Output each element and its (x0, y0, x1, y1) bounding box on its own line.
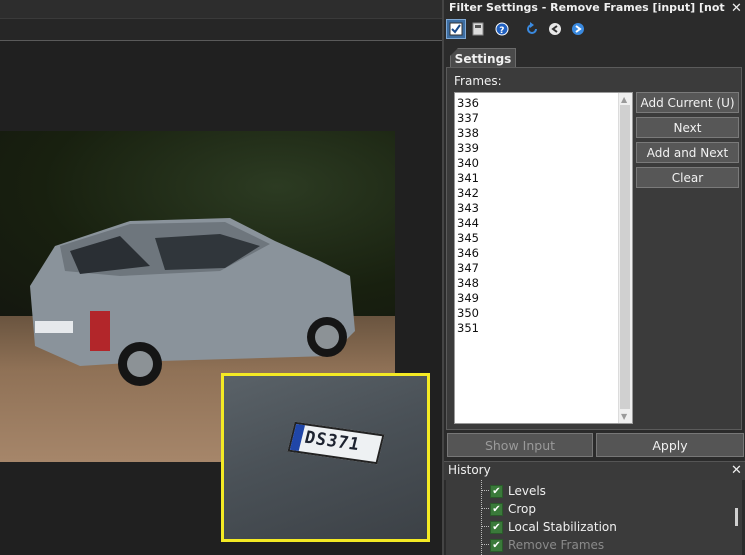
list-item[interactable]: 339 (457, 141, 479, 156)
history-item-label: Crop (508, 502, 537, 516)
tree-branch (481, 508, 489, 509)
history-item-label: Remove Frames (508, 538, 605, 552)
list-item[interactable]: 350 (457, 306, 479, 321)
video-viewer: DS371 (0, 0, 649, 555)
list-item[interactable]: 338 (457, 126, 479, 141)
history-title-bar: History ✕ (444, 461, 745, 480)
show-input-button[interactable]: Show Input (447, 433, 593, 457)
history-list: ✔ Levels ✔ Crop ✔ Local Stabilization ✔ Remove … (446, 480, 742, 555)
list-item[interactable]: 347 (457, 261, 479, 276)
add-and-next-button[interactable]: Add and Next (636, 142, 739, 163)
list-item[interactable]: 344 (457, 216, 479, 231)
list-item[interactable]: 345 (457, 231, 479, 246)
list-item[interactable]: 348 (457, 276, 479, 291)
apply-button[interactable]: Apply (596, 433, 744, 457)
history-scrollbar[interactable] (735, 508, 738, 526)
checkbox-icon[interactable] (446, 19, 466, 39)
close-icon[interactable]: ✕ (731, 1, 742, 16)
history-item[interactable]: ✔ Levels (481, 482, 546, 500)
history-title: History (448, 463, 491, 477)
list-item[interactable]: 336 (457, 96, 479, 111)
history-checkbox[interactable]: ✔ (490, 538, 503, 552)
history-checkbox[interactable]: ✔ (490, 484, 503, 498)
action-buttons: Show Input Apply (445, 431, 745, 459)
list-item[interactable]: 337 (457, 111, 479, 126)
tree-branch (481, 526, 489, 527)
panel-title-bar: Filter Settings - Remove Frames [input] … (444, 0, 745, 17)
panel-title: Filter Settings - Remove Frames [input] … (449, 1, 729, 14)
tab-settings[interactable]: Settings (450, 48, 516, 68)
history-checkbox[interactable]: ✔ (490, 520, 503, 534)
back-icon[interactable] (545, 19, 565, 39)
list-item[interactable]: 343 (457, 201, 479, 216)
next-button[interactable]: Next (636, 117, 739, 138)
scroll-up-icon[interactable]: ▲ (621, 95, 627, 104)
forward-icon[interactable] (568, 19, 588, 39)
filter-settings-panel: Filter Settings - Remove Frames [input] … (442, 0, 745, 555)
frames-list[interactable]: 336 337 338 339 340 341 342 343 344 345 346 347 348 3… (454, 92, 633, 424)
panel-toolbar: ? (444, 17, 745, 41)
history-item[interactable]: ✔ Crop (481, 500, 537, 518)
frames-scrollbar[interactable]: ▲ ▼ (618, 93, 632, 423)
tree-branch (481, 544, 489, 545)
history-close-icon[interactable]: ✕ (731, 463, 742, 478)
history-item[interactable]: ✔ Remove Frames (481, 536, 605, 554)
list-item[interactable]: 346 (457, 246, 479, 261)
history-item[interactable]: ✔ Local Stabilization (481, 518, 617, 536)
settings-region: Settings Frames: 336 337 338 339 340 341 342 34… (445, 45, 744, 430)
save-icon[interactable] (468, 19, 488, 39)
frames-items: 336 337 338 339 340 341 342 343 344 345 346 347 348 3… (457, 96, 479, 336)
list-item[interactable]: 340 (457, 156, 479, 171)
scroll-down-icon[interactable]: ▼ (621, 412, 627, 421)
add-current-button[interactable]: Add Current (U) (636, 92, 739, 113)
tree-branch (481, 490, 489, 491)
list-item[interactable]: 349 (457, 291, 479, 306)
undo-icon[interactable] (522, 19, 542, 39)
history-item-label: Local Stabilization (508, 520, 617, 534)
help-icon[interactable]: ? (492, 19, 512, 39)
frames-label: Frames: (454, 74, 502, 88)
list-item[interactable]: 351 (457, 321, 479, 336)
scroll-thumb[interactable] (620, 105, 630, 409)
list-item[interactable]: 341 (457, 171, 479, 186)
history-item-label: Levels (508, 484, 546, 498)
clear-button[interactable]: Clear (636, 167, 739, 188)
list-item[interactable]: 342 (457, 186, 479, 201)
svg-text:?: ? (499, 26, 504, 36)
history-checkbox[interactable]: ✔ (490, 502, 503, 516)
settings-content: Frames: 336 337 338 339 340 341 342 343 344 345 34… (446, 67, 742, 430)
